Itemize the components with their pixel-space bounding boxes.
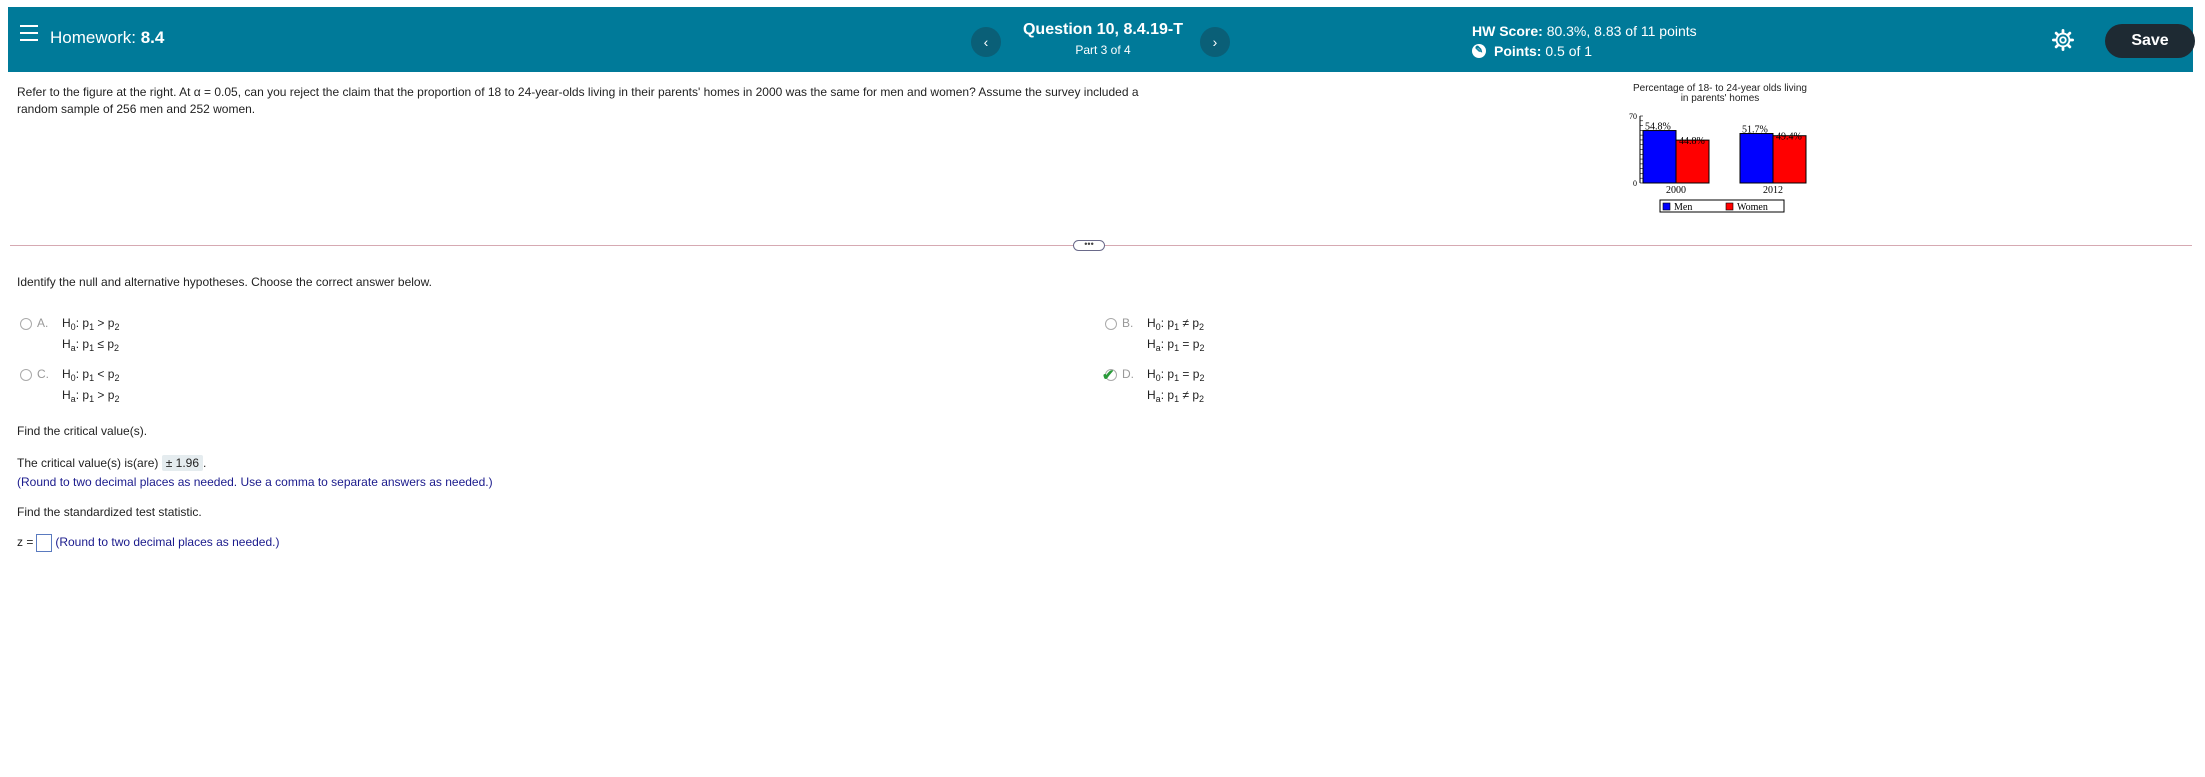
critical-value-box[interactable]: ± 1.96 [161,455,203,471]
data-label: 44.8% [1679,136,1705,147]
alternative-hypothesis: Ha: p1 = p2 [1147,337,1205,353]
y-tick-label-70: 70 [1629,112,1637,121]
radio-button[interactable] [20,369,32,381]
instruction-text: Identify the null and alternative hypoth… [17,275,432,289]
question-header: Question 10, 8.4.19-T Part 3 of 4 [1008,21,1198,57]
next-question-button[interactable]: › [1200,27,1230,57]
x-tick-label-2012: 2012 [1763,185,1783,196]
checkmark-icon: ✔ [1102,367,1115,384]
settings-gear-icon[interactable] [2052,29,2074,51]
test-statistic-hint: (Round to two decimal places as needed.) [55,535,280,550]
data-label: 51.7% [1742,125,1768,136]
choice-letter: D. [1122,367,1134,381]
legend-label-men: Men [1674,202,1692,213]
alternative-hypothesis: Ha: p1 ≤ p2 [62,337,120,353]
radio-button[interactable] [1105,318,1117,330]
divider-handle[interactable]: ••• [1073,240,1105,251]
points-value: 0.5 of 1 [1545,43,1593,59]
alternative-hypothesis: Ha: p1 > p2 [62,388,120,404]
test-statistic-prompt: Find the standardized test statistic. [17,505,202,519]
choice-letter: B. [1122,316,1134,330]
question-text: Refer to the figure at the right. At α =… [17,84,1267,118]
radio-button[interactable] [20,318,32,330]
legend-label-women: Women [1737,202,1768,213]
choice-a[interactable]: A. H0: p1 > p2 Ha: p1 ≤ p2 [20,312,220,356]
data-label: 49.4% [1776,132,1802,143]
choice-letter: C. [37,367,49,381]
critical-value-prompt: Find the critical value(s). [17,424,148,438]
alternative-hypothesis: Ha: p1 ≠ p2 [1147,388,1205,404]
test-statistic-answer: z = (Round to two decimal places as neede… [17,534,279,552]
z-label: z = [17,535,34,550]
chart-title-line-2: in parents' homes [1680,93,1760,104]
y-tick-label-0: 0 [1633,179,1637,188]
bar-women-2012 [1772,135,1807,184]
chart-title: Percentage of 18- to 24-year olds living… [1600,84,1840,104]
data-label: 54.8% [1645,122,1671,133]
legend-swatch-women [1725,202,1734,211]
hw-score-label: HW Score: [1472,23,1543,39]
question-text-line-2: random sample of 256 men and 252 women. [17,102,256,116]
bar-men-2012 [1739,133,1774,184]
homework-title: Homework: 8.4 [50,28,164,48]
choice-b[interactable]: B. H0: p1 ≠ p2 Ha: p1 = p2 [1105,312,1305,356]
top-bar: Homework: 8.4 ‹ Question 10, 8.4.19-T Pa… [8,7,2195,72]
points-icon: ✎ [1472,44,1486,58]
score-panel: HW Score: 80.3%, 8.83 of 11 points ✎ Poi… [1472,23,1697,59]
legend-swatch-men [1662,202,1671,211]
prev-question-button[interactable]: ‹ [971,27,1001,57]
points-label: Points: [1494,43,1542,59]
choice-letter: A. [37,316,49,330]
bar-men-2000 [1642,130,1677,184]
critical-value-label: The critical value(s) is(are) [17,456,159,470]
z-input[interactable] [36,534,53,552]
menu-icon[interactable] [20,25,38,41]
critical-value-answer: The critical value(s) is(are) ± 1.96. [17,455,207,471]
question-text-line-1: Refer to the figure at the right. At α =… [17,85,1139,99]
homework-prefix: Homework: [50,28,136,47]
question-title: Question 10, 8.4.19-T [1022,21,1184,38]
question-part: Part 3 of 4 [1075,43,1131,57]
hw-score-value: 80.3%, 8.83 of 11 points [1546,23,1697,39]
choice-c[interactable]: C. H0: p1 < p2 Ha: p1 > p2 [20,363,220,407]
homework-number: 8.4 [140,28,165,47]
critical-value-hint: (Round to two decimal places as needed. … [17,475,493,489]
bar-chart: 0 70 54.8% 44.8% 2000 51.7% 49.4% 2012 Men Women [1629,112,1807,213]
save-button[interactable]: Save [2105,24,2195,58]
x-tick-label-2000: 2000 [1666,185,1686,196]
choice-d[interactable]: ✔ D. H0: p1 = p2 Ha: p1 ≠ p2 [1102,363,1305,407]
